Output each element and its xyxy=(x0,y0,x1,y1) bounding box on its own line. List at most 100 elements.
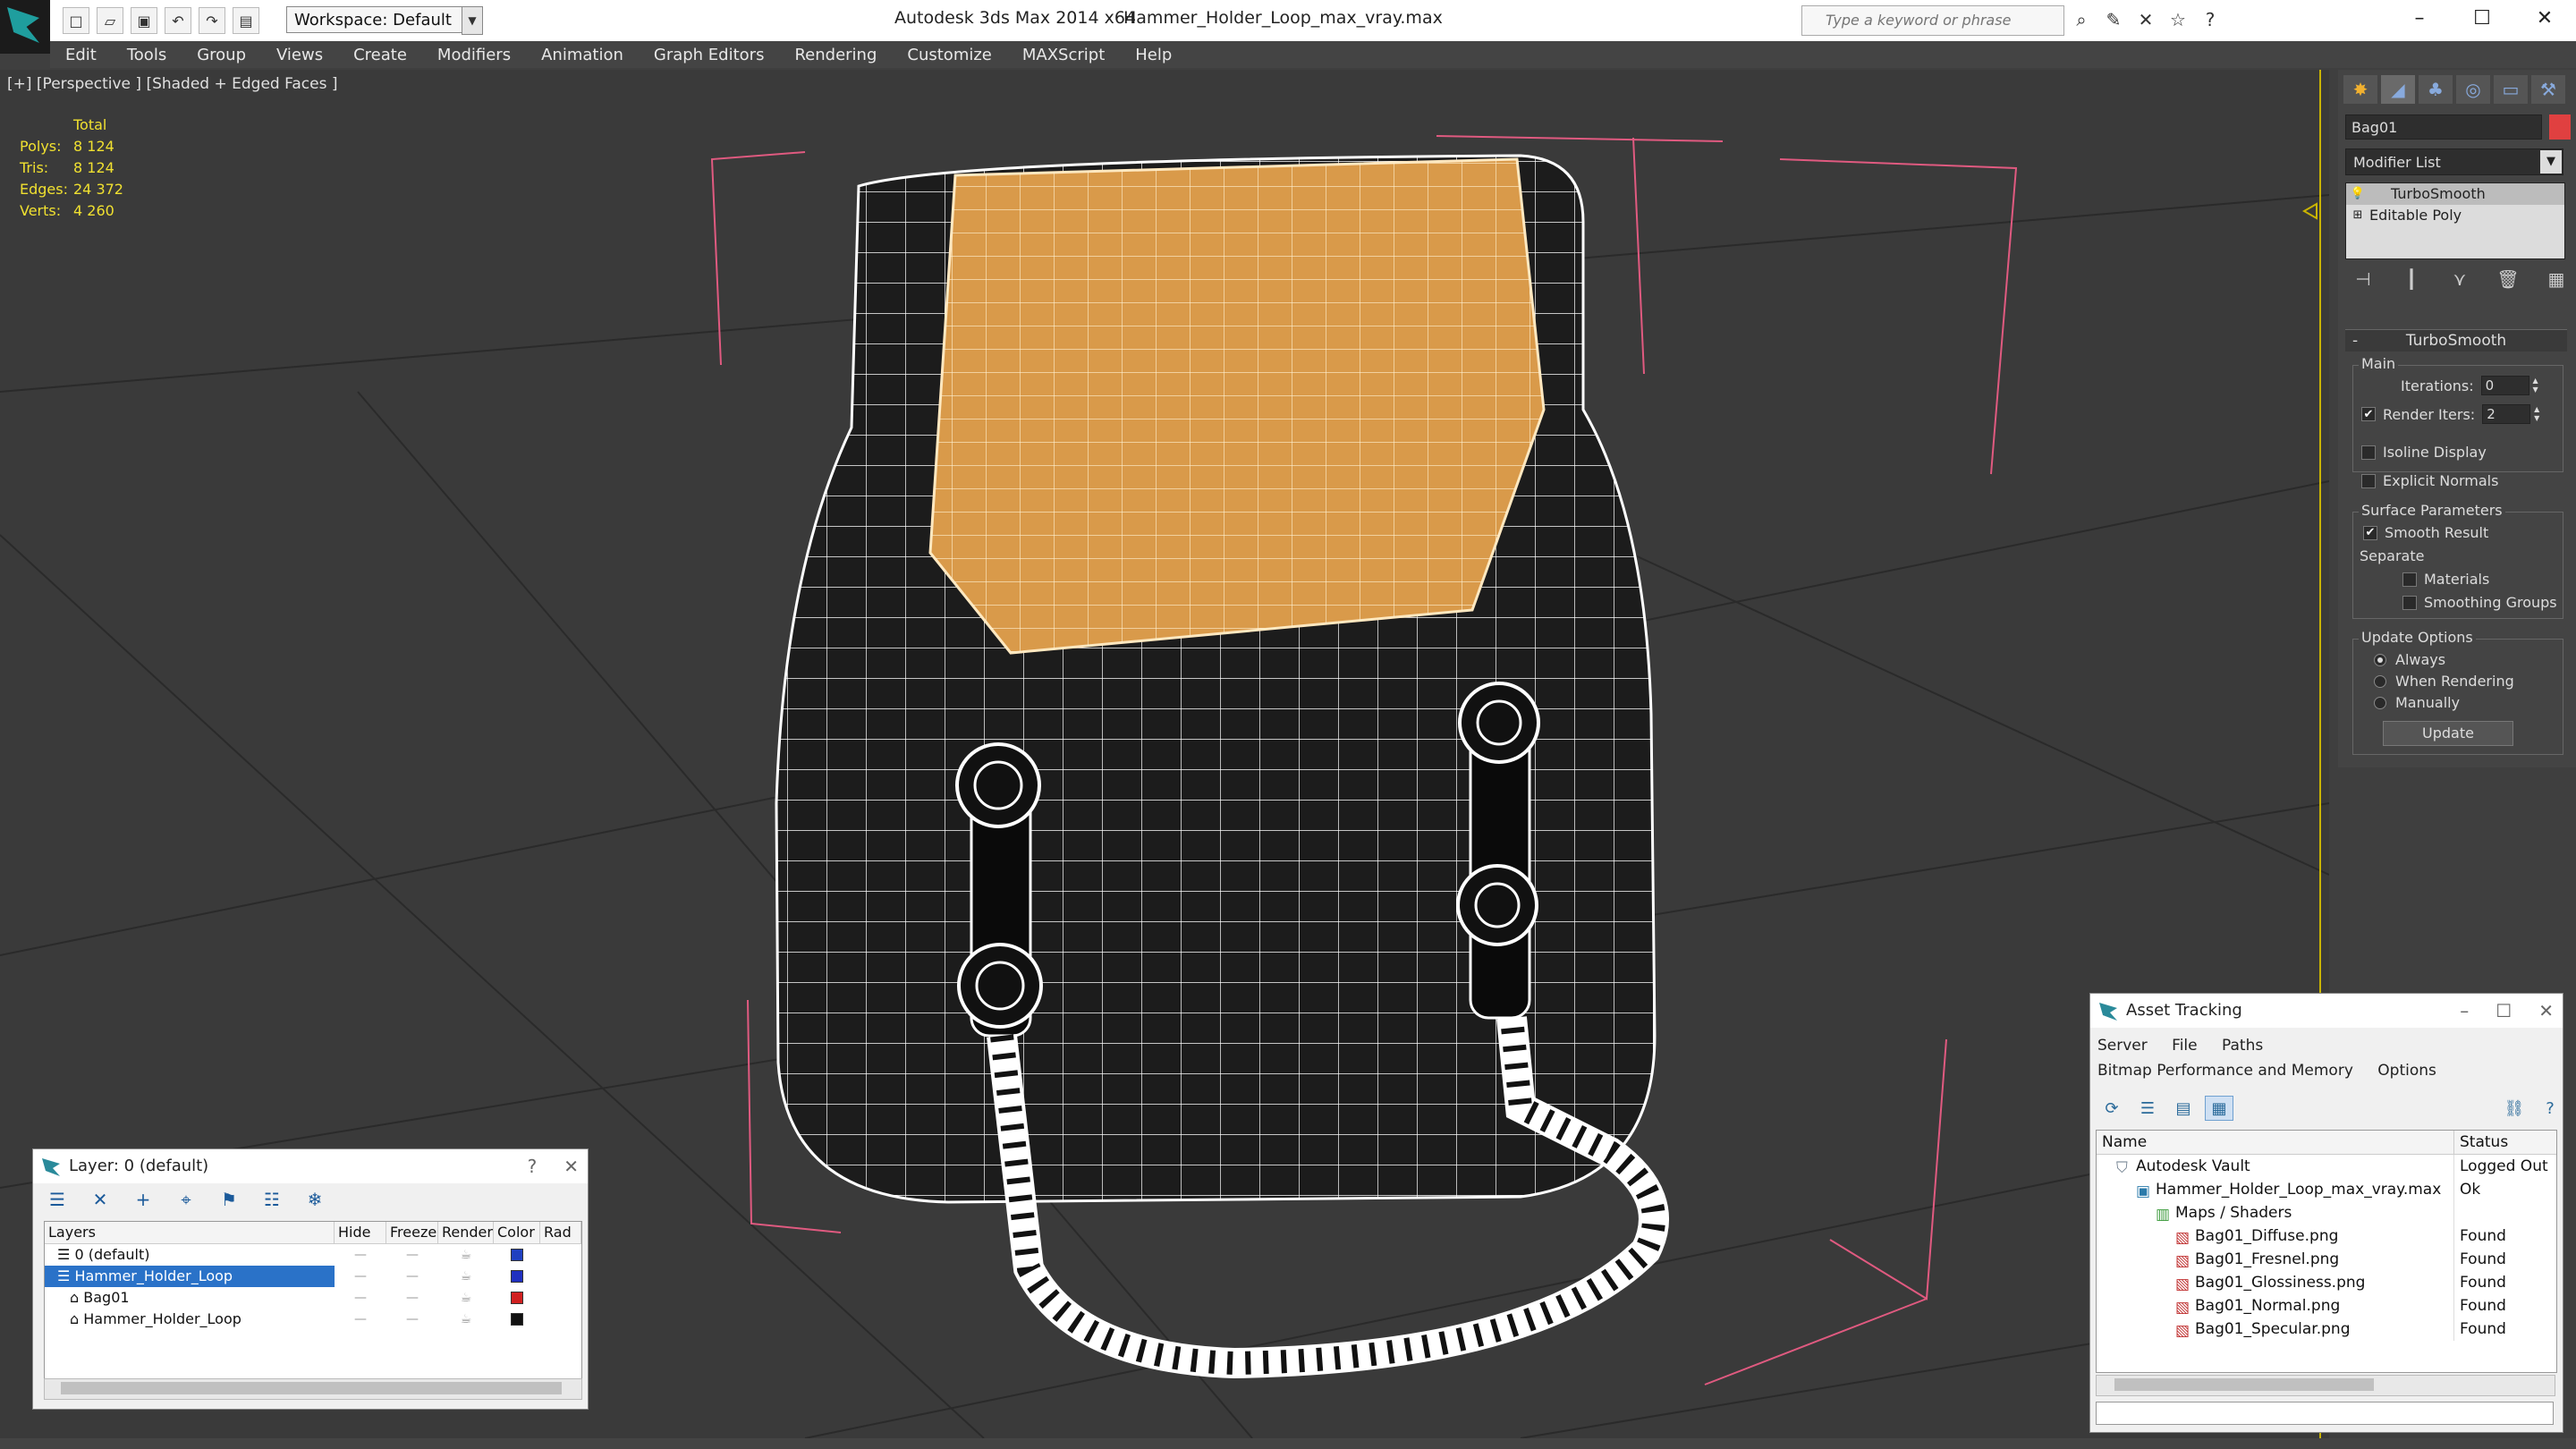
modifier-list-dropdown[interactable]: Modifier List xyxy=(2345,148,2563,175)
render-teapot-icon[interactable]: ☕ xyxy=(438,1287,494,1309)
layer-hide-toggle[interactable]: — xyxy=(335,1244,386,1266)
layer-hide-toggle[interactable]: — xyxy=(335,1266,386,1287)
object-name-field[interactable] xyxy=(2345,114,2542,140)
expand-plus-icon[interactable]: ⊞ xyxy=(2346,205,2369,226)
render-teapot-icon[interactable]: ☕ xyxy=(438,1266,494,1287)
minimize-icon[interactable]: – xyxy=(2460,994,2469,1028)
make-unique-icon[interactable]: ⋎ xyxy=(2447,268,2472,290)
app-logo-button[interactable] xyxy=(0,0,50,54)
maximize-icon[interactable]: ☐ xyxy=(2496,994,2512,1028)
close-icon[interactable]: ✕ xyxy=(564,1149,579,1183)
render-iters-spinner[interactable] xyxy=(2482,404,2531,424)
update-when-rendering-radio[interactable] xyxy=(2374,674,2386,688)
asset-row[interactable]: ▧ Bag01_Specular.png Found xyxy=(2097,1318,2556,1341)
layer-hide-toggle[interactable]: — xyxy=(335,1287,386,1309)
menu-views[interactable]: Views xyxy=(261,46,338,64)
save-file-icon[interactable]: ▣ xyxy=(131,7,157,34)
asset-row[interactable]: ▧ Bag01_Diffuse.png Found xyxy=(2097,1224,2556,1248)
scrollbar-thumb[interactable] xyxy=(2114,1378,2374,1391)
utilities-tab-icon[interactable]: ⚒ xyxy=(2531,75,2565,104)
layer-freeze-toggle[interactable]: — xyxy=(386,1266,438,1287)
render-teapot-icon[interactable]: ☕ xyxy=(438,1244,494,1266)
remove-modifier-icon[interactable]: 🗑 xyxy=(2496,268,2521,290)
asset-row[interactable]: ▧ Bag01_Glossiness.png Found xyxy=(2097,1271,2556,1294)
create-layer-icon[interactable]: ☰ xyxy=(46,1189,69,1210)
pin-stack-icon[interactable]: ⊣ xyxy=(2351,268,2376,290)
layer-freeze-toggle[interactable]: — xyxy=(386,1287,438,1309)
menu-bitmap-performance[interactable]: Bitmap Performance and Memory xyxy=(2097,1058,2353,1083)
lightbulb-icon[interactable]: 💡 xyxy=(2346,183,2369,205)
configure-modifier-sets-icon[interactable]: ▦ xyxy=(2544,268,2569,290)
asset-row[interactable]: ⛉ Autodesk Vault Logged Out xyxy=(2097,1155,2556,1178)
asset-row[interactable]: ▧ Bag01_Fresnel.png Found xyxy=(2097,1248,2556,1271)
menu-options[interactable]: Options xyxy=(2377,1058,2436,1083)
column-freeze[interactable]: Freeze xyxy=(386,1222,438,1243)
favorites-star-icon[interactable]: ☆ xyxy=(2165,7,2191,32)
spinner-arrows-icon[interactable]: ▲ ▼ xyxy=(2529,377,2542,394)
subscription-icon[interactable]: ✎ xyxy=(2100,7,2127,32)
update-always-radio[interactable] xyxy=(2374,653,2386,666)
communication-icon[interactable]: ✕ xyxy=(2132,7,2159,32)
create-tab-icon[interactable]: ✸ xyxy=(2343,75,2377,104)
freeze-all-layers-icon[interactable]: ❄ xyxy=(303,1189,326,1210)
detail-view-icon[interactable]: ▤ xyxy=(2169,1096,2198,1121)
menu-help[interactable]: Help xyxy=(1120,46,1187,64)
collapse-minus-icon[interactable]: - xyxy=(2352,330,2358,352)
layer-hide-toggle[interactable]: — xyxy=(335,1309,386,1330)
close-icon[interactable]: ✕ xyxy=(2538,994,2554,1028)
menu-group[interactable]: Group xyxy=(182,46,261,64)
menu-create[interactable]: Create xyxy=(338,46,422,64)
asset-horizontal-scrollbar[interactable] xyxy=(2096,1375,2555,1396)
list-view-icon[interactable]: ☰ xyxy=(2133,1096,2162,1121)
asset-row[interactable]: ▥ Maps / Shaders xyxy=(2097,1201,2556,1224)
layer-row[interactable]: ⌂ Hammer_Holder_Loop — — ☕ xyxy=(45,1309,581,1330)
add-to-layer-icon[interactable]: + xyxy=(131,1189,155,1210)
show-end-result-icon[interactable]: ┃ xyxy=(2399,268,2424,290)
hide-all-layers-icon[interactable]: ☷ xyxy=(260,1189,284,1210)
iterations-spinner[interactable] xyxy=(2480,376,2529,395)
update-button[interactable]: Update xyxy=(2383,721,2513,746)
layer-freeze-toggle[interactable]: — xyxy=(386,1309,438,1330)
search-input[interactable] xyxy=(1802,6,2044,33)
menu-tools[interactable]: Tools xyxy=(112,46,182,64)
hierarchy-tab-icon[interactable]: ♣ xyxy=(2419,75,2453,104)
help-icon[interactable]: ? xyxy=(2536,1096,2564,1121)
layer-color-swatch[interactable] xyxy=(511,1313,523,1326)
new-file-icon[interactable]: □ xyxy=(63,7,89,34)
minimize-icon[interactable]: – xyxy=(2388,0,2451,36)
delete-layer-icon[interactable]: ✕ xyxy=(89,1189,112,1210)
asset-tracking-title[interactable]: Asset Tracking – ☐ ✕ xyxy=(2090,994,2563,1028)
project-folder-icon[interactable]: ▤ xyxy=(233,7,259,34)
chevron-down-icon[interactable]: ▼ xyxy=(2540,150,2562,174)
modify-tab-icon[interactable]: ◢ xyxy=(2381,75,2415,104)
layer-color-swatch[interactable] xyxy=(511,1292,523,1304)
smoothing-groups-checkbox[interactable] xyxy=(2402,595,2417,610)
isoline-display-checkbox[interactable] xyxy=(2361,445,2376,460)
layer-row[interactable]: ⌂ Bag01— — ☕ xyxy=(45,1287,581,1309)
materials-checkbox[interactable] xyxy=(2402,572,2417,587)
help-icon[interactable]: ? xyxy=(2197,7,2224,32)
render-iters-checkbox[interactable]: ✔ xyxy=(2361,407,2376,421)
binoculars-icon[interactable]: ⌕ xyxy=(2068,7,2095,32)
close-icon[interactable]: ✕ xyxy=(2513,0,2576,36)
stack-item-turbosmooth[interactable]: 💡 TurboSmooth xyxy=(2346,183,2564,205)
object-color-swatch[interactable] xyxy=(2549,114,2571,140)
column-rad[interactable]: Rad xyxy=(540,1222,581,1243)
help-icon[interactable]: ? xyxy=(528,1149,538,1183)
chevron-down-icon[interactable]: ▼ xyxy=(462,6,483,35)
redo-icon[interactable]: ↷ xyxy=(199,7,225,34)
menu-customize[interactable]: Customize xyxy=(892,46,1006,64)
menu-paths[interactable]: Paths xyxy=(2222,1033,2263,1058)
column-layers[interactable]: Layers xyxy=(45,1222,335,1243)
layer-window-title[interactable]: Layer: 0 (default) ? ✕ xyxy=(33,1149,588,1183)
column-render[interactable]: Render xyxy=(438,1222,494,1243)
menu-animation[interactable]: Animation xyxy=(526,46,639,64)
asset-row[interactable]: ▧ Bag01_Normal.png Found xyxy=(2097,1294,2556,1318)
smooth-result-checkbox[interactable]: ✔ xyxy=(2363,525,2377,540)
explicit-normals-checkbox[interactable] xyxy=(2361,473,2376,488)
layer-color-swatch[interactable] xyxy=(511,1270,523,1283)
update-manually-radio[interactable] xyxy=(2374,696,2386,709)
display-tab-icon[interactable]: ▭ xyxy=(2494,75,2528,104)
layer-color-swatch[interactable] xyxy=(511,1249,523,1261)
layer-row[interactable]: ☰ Hammer_Holder_Loop — — ☕ xyxy=(45,1266,581,1287)
